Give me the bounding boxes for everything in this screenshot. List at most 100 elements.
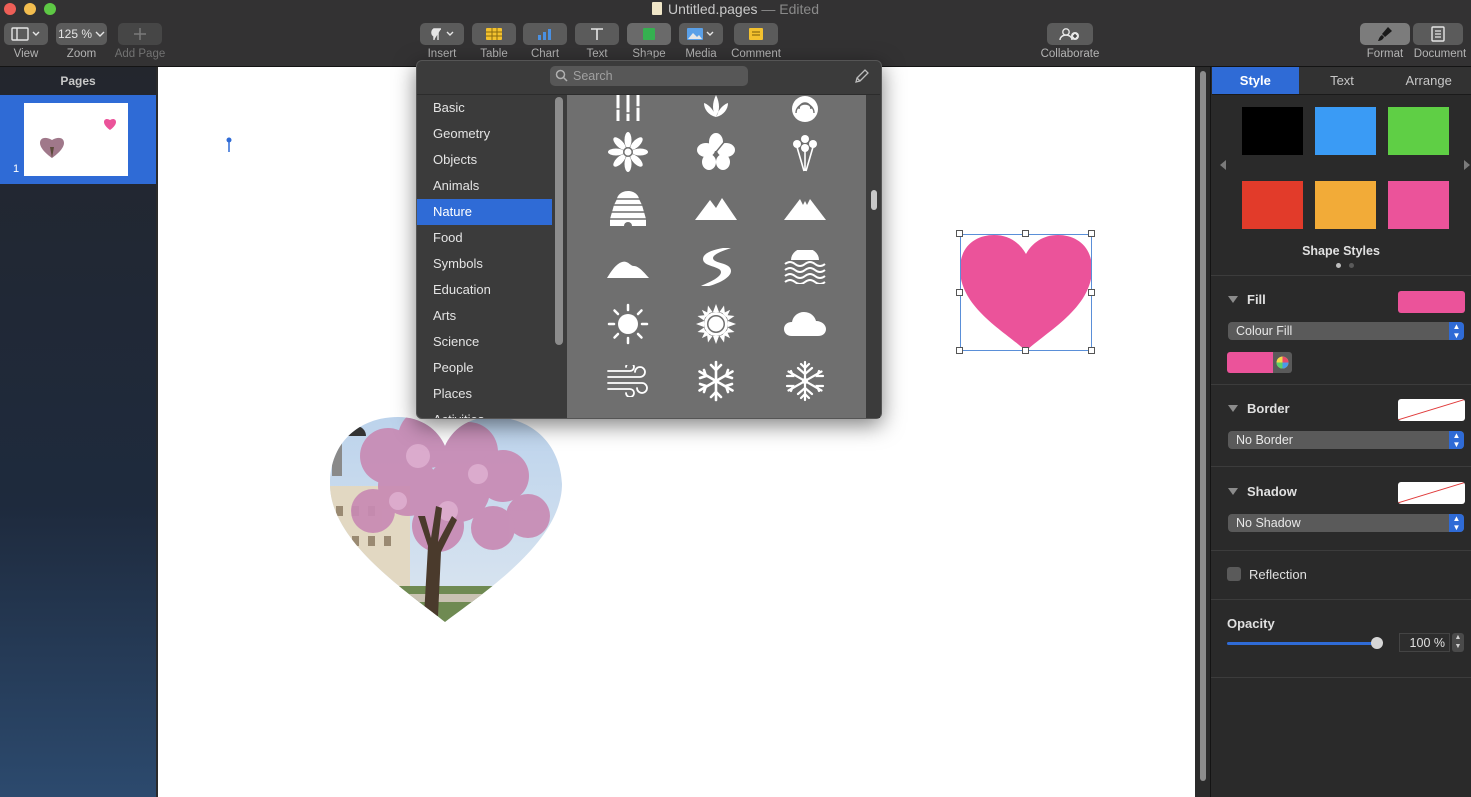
shadow-type-select[interactable]: No Shadow ▲ ▼ (1228, 514, 1464, 532)
cloud-shape-icon[interactable] (778, 299, 832, 349)
fill-color-swatch[interactable] (1227, 352, 1273, 373)
opacity-slider-thumb[interactable] (1371, 637, 1383, 649)
divider (1211, 550, 1471, 551)
category-objects[interactable]: Objects (417, 147, 552, 173)
resize-handle-top-left[interactable] (956, 230, 963, 237)
category-education[interactable]: Education (417, 277, 552, 303)
shape-button[interactable] (627, 23, 671, 45)
paintbrush-icon (1378, 27, 1392, 41)
category-people[interactable]: People (417, 355, 552, 381)
rose-shape-icon[interactable] (778, 95, 832, 128)
category-places[interactable]: Places (417, 381, 552, 407)
resize-handle-bottom-right[interactable] (1088, 347, 1095, 354)
shape-grid-scroll-thumb[interactable] (871, 190, 877, 210)
divider (1211, 677, 1471, 678)
sun-shape-icon[interactable] (601, 299, 655, 349)
border-color-well[interactable] (1398, 399, 1465, 421)
chevron-left-icon[interactable] (1219, 160, 1227, 170)
border-type-select[interactable]: No Border ▲ ▼ (1228, 431, 1464, 449)
hibiscus-shape-icon[interactable] (689, 127, 743, 177)
shape-style-swatch-orange[interactable] (1315, 181, 1376, 229)
resize-handle-top-right[interactable] (1088, 230, 1095, 237)
resize-handle-left[interactable] (956, 289, 963, 296)
zoom-select[interactable]: 125 % (56, 23, 107, 45)
lotus-shape-icon[interactable] (689, 95, 743, 128)
collaborate-button[interactable] (1047, 23, 1093, 45)
tab-text[interactable]: Text (1298, 67, 1386, 94)
category-animals[interactable]: Animals (417, 173, 552, 199)
page-dot-active[interactable] (1336, 263, 1341, 268)
reflection-checkbox[interactable] (1227, 567, 1241, 581)
shape-style-swatch-green[interactable] (1388, 107, 1449, 155)
opacity-slider-track[interactable] (1227, 642, 1377, 645)
resize-handle-top[interactable] (1022, 230, 1029, 237)
snowflake-ornate-shape-icon[interactable] (778, 356, 832, 406)
shape-style-swatch-black[interactable] (1242, 107, 1303, 155)
tab-style[interactable]: Style (1212, 67, 1299, 94)
fill-type-select[interactable]: Colour Fill ▲ ▼ (1228, 322, 1464, 340)
resize-handle-bottom[interactable] (1022, 347, 1029, 354)
beehive-shape-icon[interactable] (601, 184, 655, 234)
document-button[interactable] (1413, 23, 1463, 45)
shape-grid-scrollbar[interactable] (868, 95, 880, 418)
pages-app-window: Untitled.pages — Edited View 125 % Zoom … (0, 0, 1471, 797)
shape-style-swatch-pink[interactable] (1388, 181, 1449, 229)
chart-button[interactable] (523, 23, 567, 45)
opacity-value-field[interactable]: 100 % (1399, 633, 1450, 652)
resize-handle-bottom-left[interactable] (956, 347, 963, 354)
sunburst-shape-icon[interactable] (689, 299, 743, 349)
volcano-shape-icon[interactable] (778, 184, 832, 234)
category-food[interactable]: Food (417, 225, 552, 251)
category-nature[interactable]: Nature (417, 199, 552, 225)
disclosure-triangle-icon (1228, 296, 1238, 303)
shadow-section-title[interactable]: Shadow (1228, 484, 1297, 499)
shadow-color-well[interactable] (1398, 482, 1465, 504)
opacity-stepper[interactable]: ▲ ▼ (1452, 633, 1464, 652)
hill-shape-icon[interactable] (601, 242, 655, 292)
add-page-button[interactable] (118, 23, 162, 45)
sidebar-icon (11, 27, 40, 41)
shape-search-input[interactable]: Search (550, 66, 748, 86)
bamboo-shape-icon[interactable] (601, 95, 655, 128)
view-button[interactable] (4, 23, 48, 45)
daisy-shape-icon[interactable] (601, 127, 655, 177)
text-box-icon (591, 28, 603, 40)
category-symbols[interactable]: Symbols (417, 251, 552, 277)
pen-draw-icon[interactable] (853, 68, 870, 85)
canvas-scroll-thumb[interactable] (1200, 71, 1206, 781)
waves-shape-icon[interactable] (778, 242, 832, 292)
table-button[interactable] (472, 23, 516, 45)
canvas-scrollbar[interactable] (1197, 67, 1209, 797)
border-section-title[interactable]: Border (1228, 401, 1290, 416)
photo-heart-image[interactable] (328, 416, 564, 624)
river-shape-icon[interactable] (689, 242, 743, 292)
category-activities[interactable]: Activities (417, 407, 552, 418)
category-basic[interactable]: Basic (417, 95, 552, 121)
wind-shape-icon[interactable] (601, 356, 655, 406)
page-dot[interactable] (1349, 263, 1354, 268)
bouquet-shape-icon[interactable] (778, 127, 832, 177)
fill-section-title[interactable]: Fill (1228, 292, 1266, 307)
insert-button[interactable] (420, 23, 464, 45)
fill-color-well[interactable] (1398, 291, 1465, 313)
category-arts[interactable]: Arts (417, 303, 552, 329)
page-thumbnail[interactable] (24, 103, 128, 176)
comment-button[interactable] (734, 23, 778, 45)
tab-arrange[interactable]: Arrange (1385, 67, 1471, 94)
shape-style-swatch-blue[interactable] (1315, 107, 1376, 155)
chevron-right-icon[interactable] (1464, 160, 1471, 170)
color-wheel-icon (1276, 356, 1289, 369)
media-button[interactable] (679, 23, 723, 45)
mountains-shape-icon[interactable] (689, 184, 743, 234)
category-scroll-thumb[interactable] (555, 97, 563, 345)
text-button[interactable] (575, 23, 619, 45)
category-geometry[interactable]: Geometry (417, 121, 552, 147)
shape-style-swatch-red[interactable] (1242, 181, 1303, 229)
category-science[interactable]: Science (417, 329, 552, 355)
resize-handle-right[interactable] (1088, 289, 1095, 296)
toolbar: Untitled.pages — Edited View 125 % Zoom … (0, 0, 1471, 67)
format-button[interactable] (1360, 23, 1410, 45)
page-thumbnail-item[interactable]: 1 (0, 95, 156, 184)
snowflake-shape-icon[interactable] (689, 356, 743, 406)
color-picker-button[interactable] (1273, 352, 1292, 373)
